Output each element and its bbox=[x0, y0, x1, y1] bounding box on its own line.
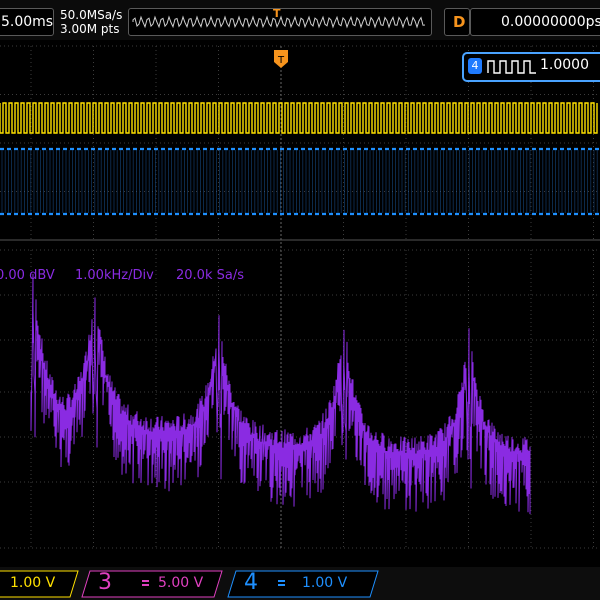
trigger-level: 1.0000 bbox=[540, 57, 589, 73]
ch3-number[interactable]: 3 bbox=[98, 570, 112, 595]
ch1-trace bbox=[0, 102, 598, 134]
trigger-marker-text: T bbox=[277, 55, 285, 66]
trigger-status[interactable]: 4 1.0000 bbox=[462, 52, 600, 82]
ch4-scale[interactable]: 1.00 V bbox=[302, 575, 347, 591]
channel-bar: 1.00 V 3 5.00 V 4 1.00 V bbox=[0, 567, 600, 600]
trigger-source-badge: 4 bbox=[468, 58, 482, 74]
fft-sample-rate: 20.0k Sa/s bbox=[176, 268, 244, 283]
fft-scale: 1.00kHz/Div bbox=[75, 268, 154, 283]
ch3-scale[interactable]: 5.00 V bbox=[158, 575, 203, 591]
trigger-position-marker[interactable]: T bbox=[274, 50, 288, 68]
channel-tabs-frame bbox=[0, 570, 379, 598]
fft-reference-level: 0.00 dBV bbox=[0, 268, 55, 283]
waveform-display[interactable]: T bbox=[0, 0, 600, 567]
ch4-number[interactable]: 4 bbox=[244, 570, 258, 595]
ch4-trace bbox=[0, 147, 600, 216]
trigger-edge-icon bbox=[487, 60, 536, 74]
ch1-scale[interactable]: 1.00 V bbox=[10, 575, 55, 591]
